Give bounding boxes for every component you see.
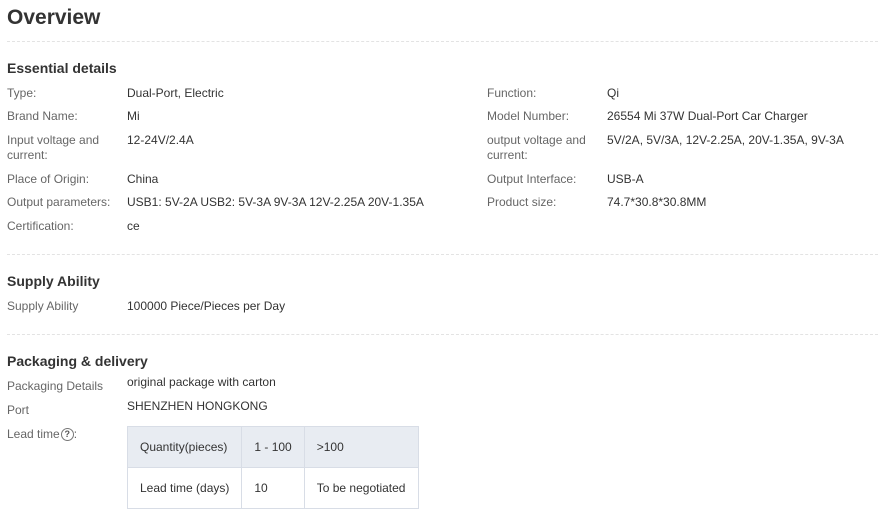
- table-row: Quantity(pieces) 1 - 100 >100: [126, 426, 419, 468]
- divider: [7, 41, 878, 42]
- output-voltage-value: 5V/2A, 5V/3A, 12V-2.25A, 20V-1.35A, 9V-3…: [607, 133, 844, 147]
- output-parameters-label: Output parameters:: [7, 195, 111, 209]
- brand-name-label: Brand Name:: [7, 109, 78, 123]
- place-of-origin-label: Place of Origin:: [7, 172, 90, 186]
- output-voltage-label: output voltage and current:: [487, 133, 586, 162]
- output-interface-label: Output Interface:: [487, 172, 577, 186]
- brand-name-value: Mi: [127, 109, 140, 123]
- supply-ability-label: Supply Ability: [7, 299, 79, 313]
- type-value: Dual-Port, Electric: [127, 86, 224, 100]
- input-voltage-value: 12-24V/2.4A: [127, 133, 194, 147]
- lead-time-table: Quantity(pieces) 1 - 100 >100 Lead time …: [126, 426, 419, 509]
- supply-ability-value: 100000 Piece/Pieces per Day: [127, 299, 286, 313]
- input-voltage-label: Input voltage and current:: [7, 133, 100, 162]
- table-row: Lead time (days) 10 To be negotiated: [126, 467, 419, 509]
- packaging-delivery-title: Packaging & delivery: [7, 353, 148, 369]
- packaging-details-label: Packaging Details: [7, 379, 104, 393]
- model-number-value: 26554 Mi 37W Dual-Port Car Charger: [607, 109, 808, 123]
- port-label: Port: [7, 403, 30, 417]
- type-label: Type:: [7, 86, 37, 100]
- table-header-cell: Quantity(pieces): [126, 426, 243, 468]
- model-number-label: Model Number:: [487, 109, 570, 123]
- table-cell: To be negotiated: [303, 467, 419, 509]
- packaging-details-value: original package with carton: [127, 375, 276, 389]
- table-header-cell: 1 - 100: [241, 426, 305, 468]
- output-interface-value: USB-A: [607, 172, 644, 186]
- supply-ability-title: Supply Ability: [7, 273, 100, 289]
- port-value: SHENZHEN HONGKONG: [127, 399, 268, 413]
- divider: [7, 334, 878, 335]
- output-parameters-value: USB1: 5V-2A USB2: 5V-3A 9V-3A 12V-2.25A …: [127, 195, 424, 209]
- place-of-origin-value: China: [127, 172, 159, 186]
- certification-value: ce: [127, 219, 140, 233]
- product-size-label: Product size:: [487, 195, 557, 209]
- table-header-cell: >100: [303, 426, 419, 468]
- function-label: Function:: [487, 86, 537, 100]
- essential-details-title: Essential details: [7, 60, 117, 76]
- product-size-value: 74.7*30.8*30.8MM: [607, 195, 707, 209]
- lead-time-label-group: Lead time?:: [7, 427, 78, 441]
- function-value: Qi: [607, 86, 619, 100]
- table-cell: Lead time (days): [126, 467, 243, 509]
- certification-label: Certification:: [7, 219, 74, 233]
- page-title: Overview: [7, 6, 101, 29]
- divider: [7, 254, 878, 255]
- help-icon[interactable]: ?: [60, 428, 74, 441]
- table-cell: 10: [241, 467, 305, 509]
- lead-time-label: Lead time: [7, 427, 60, 441]
